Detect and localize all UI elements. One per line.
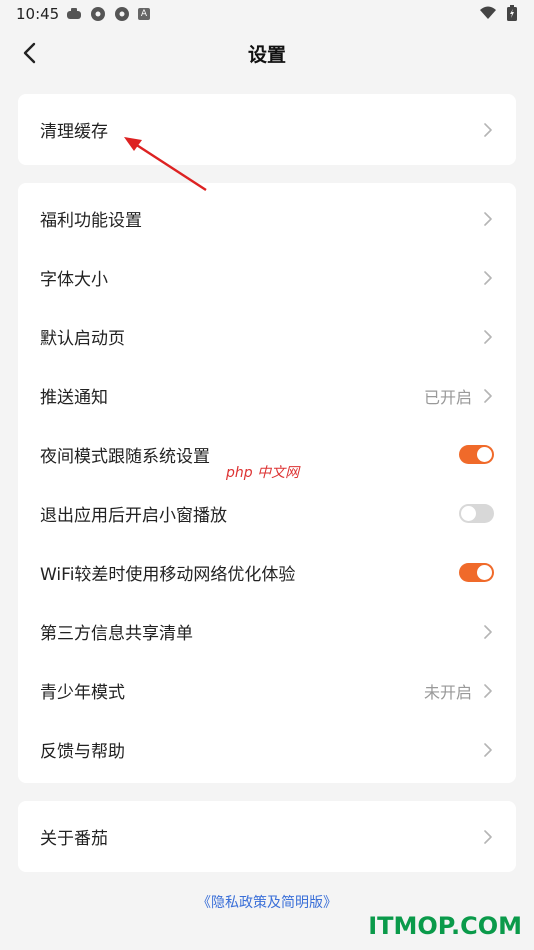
aperture-icon	[114, 6, 130, 22]
settings-row[interactable]: 清理缓存	[18, 100, 516, 159]
settings-card-main: 福利功能设置 字体大小 默认启动页 推送通知 已开启 夜间模式跟随系统设置 退出应用后开启小…	[18, 183, 516, 783]
chevron-right-icon	[482, 122, 494, 138]
privacy-policy-link[interactable]: 《隐私政策及简明版》	[0, 892, 534, 912]
toggle-knob	[477, 447, 492, 462]
settings-row-label: 第三方信息共享清单	[40, 624, 193, 644]
toggle-switch[interactable]	[459, 563, 494, 582]
toggle-switch[interactable]	[459, 445, 494, 464]
gamepad-icon	[66, 6, 82, 22]
settings-row-label: 字体大小	[40, 270, 108, 290]
settings-row-label: 反馈与帮助	[40, 742, 125, 762]
settings-row-label: 关于番茄	[40, 829, 108, 849]
status-bar: 10:45 A	[0, 0, 534, 28]
settings-row[interactable]: 关于番茄	[18, 807, 516, 866]
settings-row-label: WiFi较差时使用移动网络优化体验	[40, 565, 296, 585]
chevron-right-icon	[482, 742, 494, 758]
aperture-icon	[90, 6, 106, 22]
settings-row[interactable]: 推送通知 已开启	[18, 366, 516, 425]
site-watermark: ITMOP.COM	[368, 912, 522, 940]
chevron-right-icon	[482, 270, 494, 286]
settings-row[interactable]: 青少年模式 未开启	[18, 661, 516, 720]
settings-row[interactable]: 字体大小	[18, 248, 516, 307]
settings-row[interactable]: 默认启动页	[18, 307, 516, 366]
settings-row[interactable]: 退出应用后开启小窗播放	[18, 484, 516, 543]
settings-row-label: 福利功能设置	[40, 211, 142, 231]
chevron-right-icon	[482, 829, 494, 845]
annotation-arrow-icon	[124, 137, 207, 192]
settings-row[interactable]: 福利功能设置	[18, 189, 516, 248]
toggle-knob	[461, 506, 476, 521]
settings-row-label: 退出应用后开启小窗播放	[40, 506, 227, 526]
status-notification-icons: A	[66, 6, 150, 22]
settings-row-label: 推送通知	[40, 388, 108, 408]
battery-icon	[504, 5, 520, 21]
wifi-icon	[480, 5, 496, 21]
settings-row-label: 默认启动页	[40, 329, 125, 349]
chevron-right-icon	[482, 329, 494, 345]
settings-row[interactable]: 反馈与帮助	[18, 720, 516, 779]
chevron-right-icon	[482, 211, 494, 227]
settings-card-cache: 清理缓存	[18, 94, 516, 165]
chevron-right-icon	[482, 683, 494, 699]
status-time: 10:45	[16, 5, 60, 23]
page-title: 设置	[247, 44, 286, 66]
settings-row-label: 青少年模式	[40, 683, 125, 703]
settings-card-about: 关于番茄	[18, 801, 516, 872]
settings-row[interactable]: WiFi较差时使用移动网络优化体验	[18, 543, 516, 602]
settings-row-value: 未开启	[423, 682, 472, 702]
settings-row[interactable]: 第三方信息共享清单	[18, 602, 516, 661]
toggle-switch[interactable]	[459, 504, 494, 523]
settings-row-label: 清理缓存	[40, 122, 108, 142]
chevron-right-icon	[482, 624, 494, 640]
chevron-right-icon	[482, 388, 494, 404]
settings-row-value: 已开启	[423, 387, 472, 407]
status-system-icons	[480, 5, 520, 21]
notification-badge-icon: A	[138, 8, 150, 20]
php-watermark: php 中文网	[226, 465, 300, 481]
header: 设置	[0, 28, 534, 78]
toggle-knob	[477, 565, 492, 580]
